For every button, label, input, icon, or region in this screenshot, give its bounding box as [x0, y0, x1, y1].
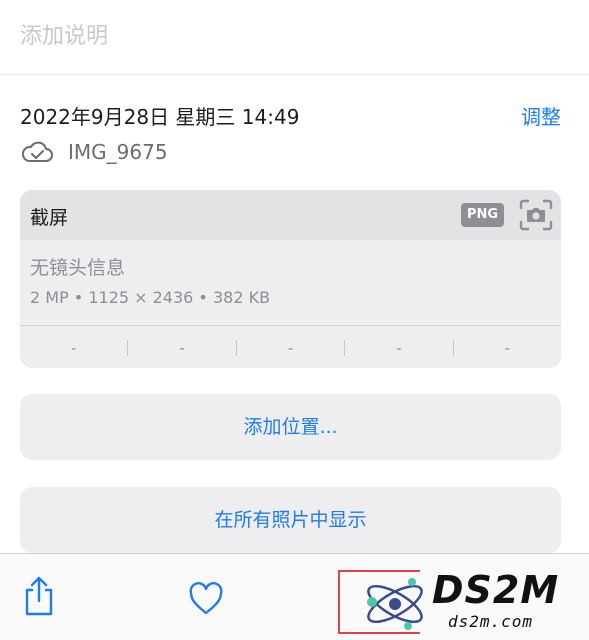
- media-type-label: 截屏: [30, 207, 69, 229]
- adjust-date-button[interactable]: 调整: [521, 101, 561, 130]
- exif-cell: -: [128, 339, 237, 356]
- caption-input[interactable]: [20, 18, 560, 54]
- exif-cell: -: [237, 339, 346, 356]
- heart-icon[interactable]: [188, 582, 224, 616]
- lens-info: 无镜头信息: [30, 257, 126, 279]
- add-location-button[interactable]: 添加位置...: [20, 394, 561, 460]
- watermark-brand: DS2M: [432, 568, 560, 612]
- exif-cell: -: [504, 338, 511, 357]
- screenshot-camera-icon: [519, 199, 553, 231]
- show-in-all-photos-button[interactable]: 在所有照片中显示: [20, 487, 561, 553]
- file-info-row: IMG_9675: [20, 139, 168, 165]
- caption-bar: [0, 0, 589, 75]
- file-name: IMG_9675: [68, 140, 168, 164]
- cloud-checkmark-icon: [21, 141, 53, 162]
- format-badge: PNG: [461, 203, 505, 227]
- watermark-logo-icon: [367, 578, 423, 630]
- exif-cell: -: [345, 339, 454, 356]
- watermark-site: ds2m.com: [448, 612, 534, 631]
- exif-cell: -: [20, 339, 129, 356]
- image-specs: 2 MP • 1125 × 2436 • 382 KB: [30, 288, 271, 307]
- photo-info-panel: 2022年9月28日 星期三 14:49 调整 IMG_9675 截屏 PNG …: [0, 75, 589, 553]
- exif-row: - - - - -: [20, 325, 561, 368]
- photo-datetime: 2022年9月28日 星期三 14:49: [20, 105, 300, 129]
- share-icon[interactable]: [22, 575, 56, 617]
- metadata-card: 截屏 PNG 无镜头信息 2 MP • 1125 × 2436 • 382 KB…: [20, 190, 561, 368]
- metadata-header: 截屏 PNG: [20, 190, 561, 240]
